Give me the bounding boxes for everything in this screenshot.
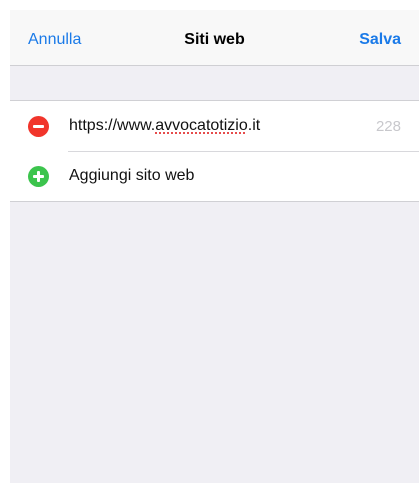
website-row[interactable]: https://www.avvocatotizio.it 228: [10, 101, 419, 151]
add-website-row[interactable]: Aggiungi sito web: [10, 151, 419, 201]
url-prefix: https://www.: [69, 117, 156, 134]
websites-list: https://www.avvocatotizio.it 228 Aggiung…: [10, 100, 419, 202]
screen: Siti web Annulla Salva https://www.avvoc…: [0, 0, 419, 483]
cancel-button[interactable]: Annulla: [28, 30, 81, 50]
navigation-bar: Siti web Annulla Salva: [10, 10, 419, 66]
url-misspelled-word: avvocatotizio: [155, 117, 248, 134]
add-website-label: Aggiungi sito web: [69, 167, 195, 184]
settings-panel: Siti web Annulla Salva https://www.avvoc…: [10, 10, 419, 483]
add-circle-icon[interactable]: [28, 166, 49, 187]
save-button[interactable]: Salva: [359, 30, 401, 50]
url-suffix: .it: [247, 117, 261, 134]
remove-circle-icon[interactable]: [28, 116, 49, 137]
character-count: 228: [375, 118, 401, 135]
website-url-field[interactable]: https://www.avvocatotizio.it: [69, 116, 260, 136]
